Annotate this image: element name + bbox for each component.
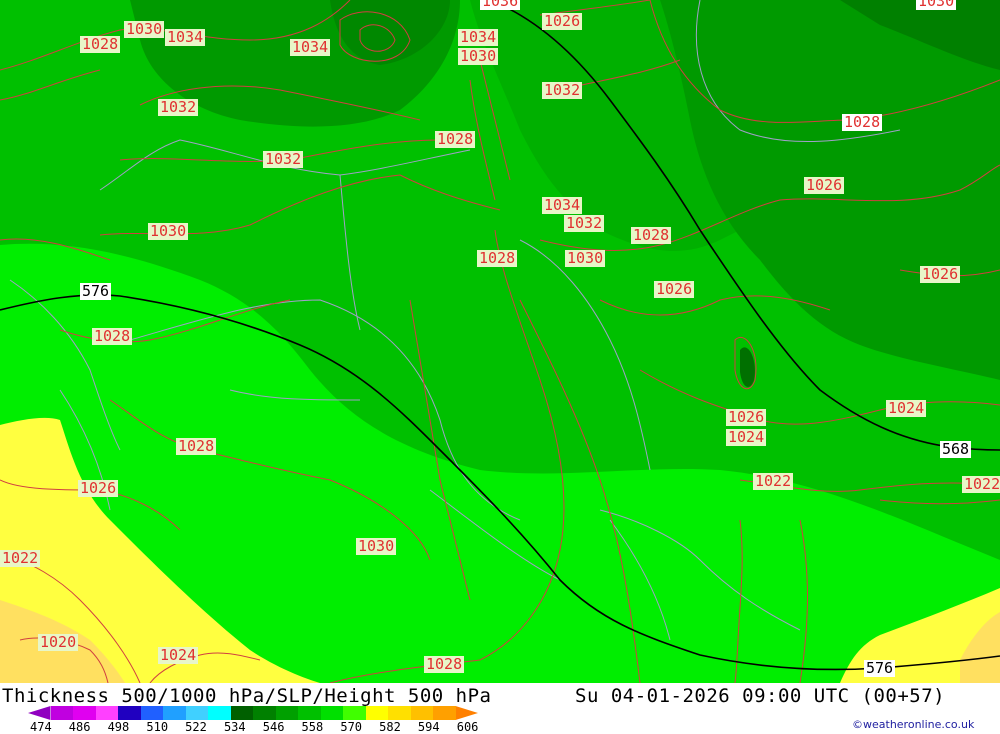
isohypse-label: 576 [864, 659, 896, 677]
color-scale-tick: 606 [456, 720, 479, 734]
color-scale-swatch [185, 706, 208, 720]
contour-label: 1024 [886, 399, 927, 417]
color-scale-tick: 558 [301, 720, 324, 734]
color-scale-swatch [455, 706, 478, 720]
contour-label: 1028 [631, 226, 672, 244]
color-scale-tick: 522 [185, 720, 207, 734]
contour-label: 1028 [435, 130, 476, 148]
color-scale-swatch [230, 706, 253, 720]
isohypse-label: 568 [940, 440, 972, 458]
color-scale-swatch [118, 706, 141, 720]
contour-label: 1032 [158, 98, 199, 116]
contour-label: 1026 [804, 176, 845, 194]
contour-label: 1022 [962, 476, 1000, 493]
contour-label: 1026 [726, 408, 767, 426]
color-scale-swatch [163, 706, 186, 720]
color-scale-tick: 474 [30, 720, 52, 734]
contour-label: 1026 [542, 12, 583, 30]
contour-label: 1030 [458, 47, 499, 65]
color-scale-swatch [50, 706, 73, 720]
contour-label: 1026 [78, 479, 119, 497]
contour-label: 1034 [542, 196, 583, 214]
color-scale-swatch [298, 706, 321, 720]
contour-label: 1034 [165, 28, 206, 46]
contour-label: 1032 [263, 150, 304, 168]
contour-label: 1024 [158, 646, 199, 664]
contour-label: 1032 [542, 81, 583, 99]
contour-label: 1028 [176, 437, 217, 455]
contour-label: 1026 [920, 265, 961, 283]
color-scale-swatch [433, 706, 456, 720]
contour-label: 1026 [654, 280, 695, 298]
contour-label: 1030 [148, 222, 189, 240]
isohypse-label: 576 [80, 282, 112, 300]
color-scale-swatch [140, 706, 163, 720]
color-scale-swatch [343, 706, 366, 720]
credit-text: ©weatheronline.co.uk [852, 718, 975, 731]
color-scale-tick: 546 [262, 720, 285, 734]
color-scale-swatch [388, 706, 411, 720]
contour-label: 1030 [916, 0, 957, 10]
color-scale-swatch [320, 706, 343, 720]
contour-label: 1022 [753, 472, 794, 490]
color-scale-swatch [410, 706, 433, 720]
color-scale-tick: 594 [417, 720, 440, 734]
contour-label: 1024 [726, 428, 767, 446]
color-scale-tick: 498 [107, 720, 130, 734]
contour-label: 1030 [565, 249, 606, 267]
contour-label: 1020 [38, 633, 79, 651]
contour-label: 1028 [92, 327, 133, 345]
color-scale-tick: 582 [379, 720, 401, 734]
contour-label: 1030 [356, 537, 397, 555]
contour-label: 1036 [480, 0, 521, 10]
contour-label: 1028 [80, 35, 121, 53]
weather-map [0, 0, 1000, 683]
color-scale-tick: 510 [146, 720, 169, 734]
contour-label: 1034 [290, 38, 331, 56]
contour-label: 1028 [477, 249, 518, 267]
color-scale-tick: 486 [68, 720, 91, 734]
color-scale-swatch [253, 706, 276, 720]
color-scale-swatch [208, 706, 231, 720]
contour-label: 1028 [424, 655, 465, 673]
color-scale-swatch [28, 706, 51, 720]
contour-label: 1028 [842, 113, 883, 131]
color-scale-swatch [73, 706, 96, 720]
contour-label: 1034 [458, 28, 499, 46]
color-scale-tick: 570 [340, 720, 363, 734]
contour-label: 1032 [564, 214, 605, 232]
map-title: Thickness 500/1000 hPa/SLP/Height 500 hP… [2, 685, 492, 707]
color-scale-swatch [275, 706, 298, 720]
contour-label: 1022 [0, 549, 41, 567]
color-scale [28, 706, 478, 720]
color-scale-tick: 534 [223, 720, 246, 734]
forecast-time: Su 04-01-2026 09:00 UTC (00+57) [575, 685, 946, 707]
color-scale-swatch [95, 706, 118, 720]
contour-label: 1030 [124, 20, 165, 38]
color-scale-swatch [365, 706, 388, 720]
